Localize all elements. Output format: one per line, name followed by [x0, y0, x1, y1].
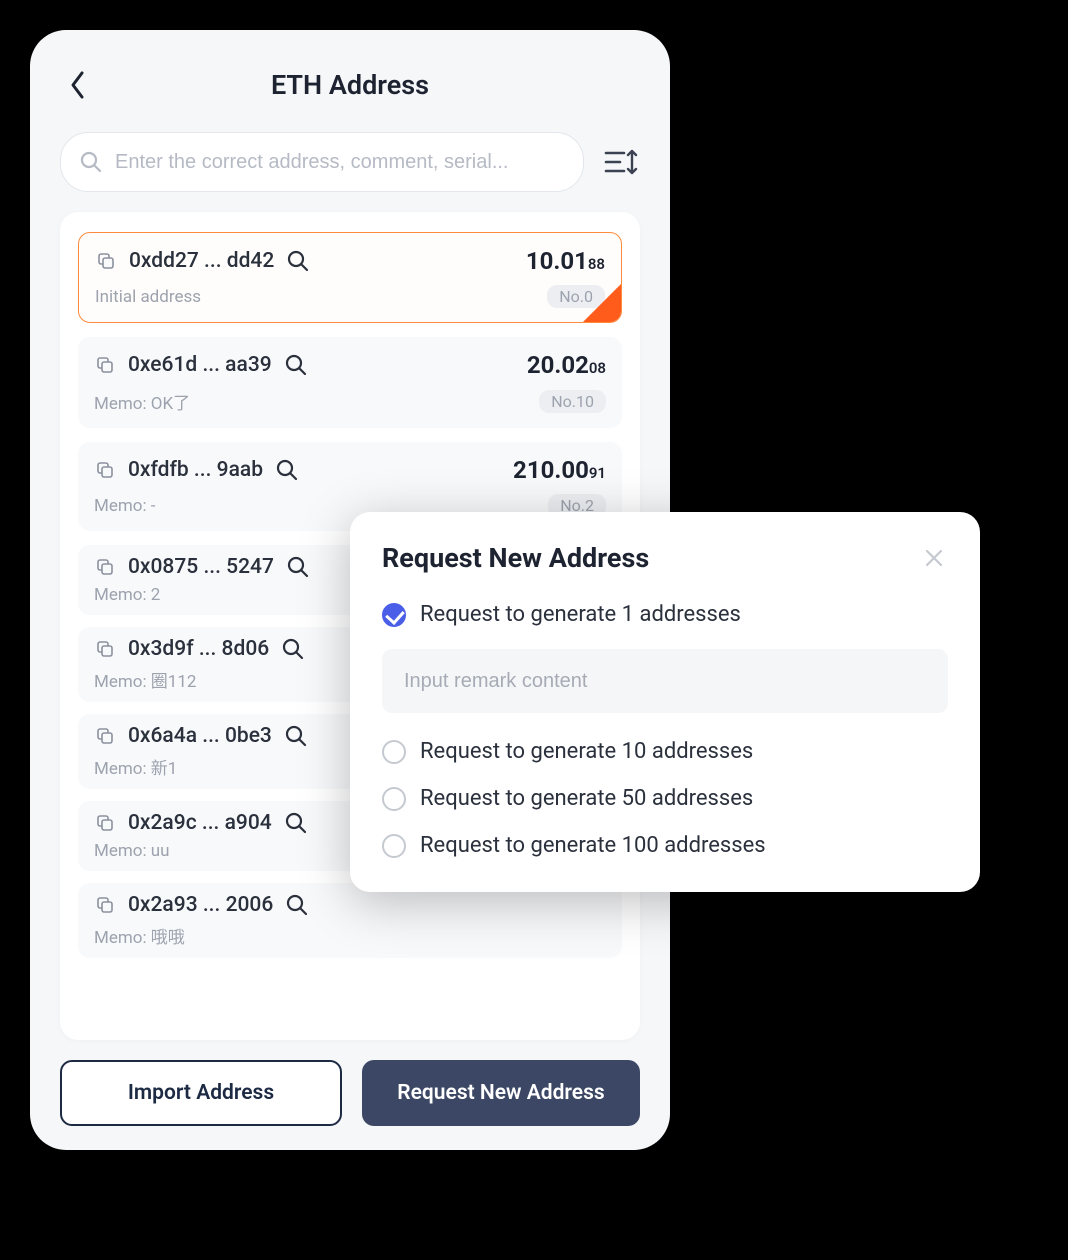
address-text: 0x2a9c ... a904: [128, 811, 272, 835]
serial-badge: No.10: [539, 390, 606, 413]
memo-text: Memo: -: [94, 496, 156, 516]
modal-close-button[interactable]: [920, 544, 948, 572]
magnify-icon[interactable]: [286, 249, 310, 273]
address-text: 0xdd27 ... dd42: [129, 249, 274, 273]
address-row-top: 0xfdfb ... 9aab 210.0091: [94, 456, 606, 484]
magnify-icon[interactable]: [286, 555, 310, 579]
copy-icon[interactable]: [94, 812, 116, 834]
address-row-top: 0x2a93 ... 2006: [94, 893, 606, 917]
generate-option[interactable]: Request to generate 1 addresses: [382, 602, 948, 627]
balance-value: 20.0208: [527, 351, 606, 379]
search-box[interactable]: [60, 132, 584, 192]
back-button[interactable]: [60, 67, 96, 103]
address-row-bottom: Memo: 哦哦: [94, 923, 606, 948]
generate-option[interactable]: Request to generate 10 addresses: [382, 739, 948, 764]
sort-icon: [604, 147, 638, 177]
modal-title: Request New Address: [382, 542, 649, 574]
request-new-address-modal: Request New Address Request to generate …: [350, 512, 980, 892]
memo-text: Memo: 圈112: [94, 667, 196, 692]
request-new-address-button[interactable]: Request New Address: [362, 1060, 640, 1126]
radio-unchecked-icon[interactable]: [382, 834, 406, 858]
magnify-icon[interactable]: [285, 893, 309, 917]
serial-badge: No.0: [547, 285, 605, 308]
address-card[interactable]: 0xdd27 ... dd42 10.0188 Initial address No.…: [78, 232, 622, 323]
copy-icon[interactable]: [94, 894, 116, 916]
memo-text: Memo: 2: [94, 585, 160, 605]
address-row-bottom: Initial address No.0: [95, 285, 605, 308]
copy-icon[interactable]: [94, 725, 116, 747]
modal-header: Request New Address: [382, 542, 948, 574]
page-title: ETH Address: [271, 69, 429, 101]
copy-icon[interactable]: [94, 354, 116, 376]
search-icon: [79, 150, 103, 174]
search-row: [60, 132, 640, 192]
generate-option[interactable]: Request to generate 100 addresses: [382, 833, 948, 858]
copy-icon[interactable]: [94, 459, 116, 481]
magnify-icon[interactable]: [275, 458, 299, 482]
copy-icon[interactable]: [94, 638, 116, 660]
memo-text: Memo: OK了: [94, 389, 190, 414]
address-text: 0x3d9f ... 8d06: [128, 637, 269, 661]
magnify-icon[interactable]: [284, 353, 308, 377]
option-label: Request to generate 100 addresses: [420, 833, 766, 858]
copy-icon[interactable]: [94, 556, 116, 578]
copy-icon[interactable]: [95, 250, 117, 272]
radio-checked-icon[interactable]: [382, 603, 406, 627]
memo-text: Memo: 哦哦: [94, 923, 185, 948]
address-text: 0x0875 ... 5247: [128, 555, 274, 579]
address-row-top: 0xdd27 ... dd42 10.0188: [95, 247, 605, 275]
modal-options: Request to generate 1 addresses Request t…: [382, 602, 948, 858]
remark-input-wrap: [382, 649, 948, 713]
address-card[interactable]: 0xe61d ... aa39 20.0208 Memo: OK了 No.10: [78, 337, 622, 428]
radio-unchecked-icon[interactable]: [382, 740, 406, 764]
balance-value: 210.0091: [513, 456, 606, 484]
memo-text: Memo: uu: [94, 841, 170, 861]
radio-unchecked-icon[interactable]: [382, 787, 406, 811]
memo-text: Memo: 新1: [94, 754, 177, 779]
address-card[interactable]: 0x2a93 ... 2006 Memo: 哦哦: [78, 883, 622, 958]
address-text: 0xfdfb ... 9aab: [128, 458, 263, 482]
option-label: Request to generate 50 addresses: [420, 786, 753, 811]
bottom-buttons: Import Address Request New Address: [60, 1060, 640, 1126]
import-address-button[interactable]: Import Address: [60, 1060, 342, 1126]
close-icon: [924, 548, 944, 568]
address-row-bottom: Memo: OK了 No.10: [94, 389, 606, 414]
address-text: 0xe61d ... aa39: [128, 353, 272, 377]
sort-button[interactable]: [602, 143, 640, 181]
remark-input[interactable]: [382, 649, 948, 713]
option-label: Request to generate 10 addresses: [420, 739, 753, 764]
generate-option[interactable]: Request to generate 50 addresses: [382, 786, 948, 811]
balance-value: 10.0188: [526, 247, 605, 275]
chevron-left-icon: [69, 70, 87, 100]
header: ETH Address: [60, 58, 640, 112]
search-input[interactable]: [115, 151, 565, 174]
magnify-icon[interactable]: [284, 724, 308, 748]
memo-text: Initial address: [95, 287, 201, 307]
address-text: 0x6a4a ... 0be3: [128, 724, 272, 748]
address-text: 0x2a93 ... 2006: [128, 893, 273, 917]
option-label: Request to generate 1 addresses: [420, 602, 741, 627]
magnify-icon[interactable]: [281, 637, 305, 661]
magnify-icon[interactable]: [284, 811, 308, 835]
address-row-top: 0xe61d ... aa39 20.0208: [94, 351, 606, 379]
